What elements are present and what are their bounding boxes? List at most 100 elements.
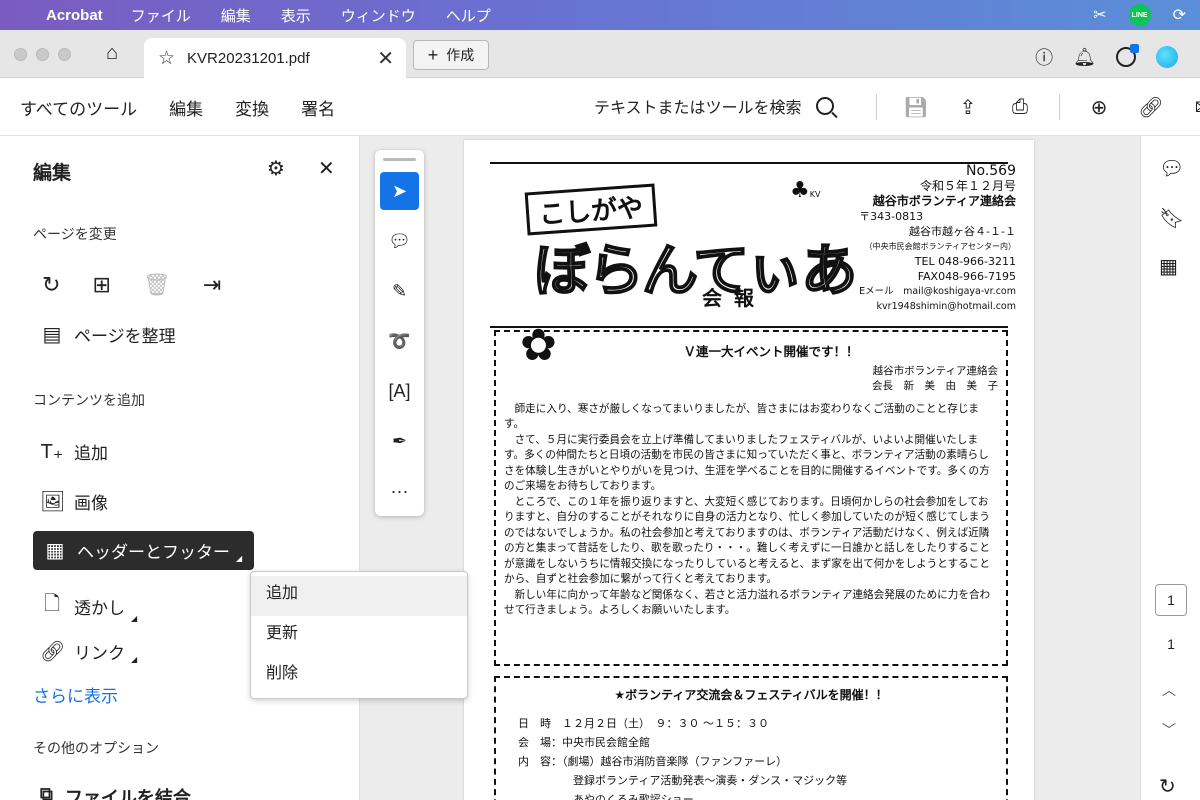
fax: FAX048-966-7195 xyxy=(917,270,1016,283)
sign-pen-icon[interactable]: ✒ xyxy=(380,422,419,460)
search-icon[interactable] xyxy=(815,97,834,115)
watermark-button[interactable]: 🗋︎ 透かし ◢ xyxy=(40,589,137,623)
show-more-link[interactable]: さらに表示 xyxy=(33,682,118,707)
article-1-title: Ｖ連一大イベント開催です！！ xyxy=(683,344,859,359)
add-text-button[interactable]: T₊ 追加 xyxy=(40,439,108,464)
link-icon[interactable]: 🔗︎ xyxy=(1138,95,1164,120)
menu-edit[interactable]: 編集 xyxy=(221,5,251,26)
header-footer-button[interactable]: ▦ ヘッダーとフッター ◢ xyxy=(33,531,255,570)
gear-icon[interactable]: ⚙ xyxy=(267,156,285,181)
article-2-row: 登録ボランティア活動発表～演奏・ダンス・マジック等 xyxy=(518,773,848,787)
nav-convert[interactable]: 変換 xyxy=(235,95,269,120)
chevron-up-icon[interactable]: ︿ xyxy=(1162,680,1176,700)
clover-logo-label: KV xyxy=(809,190,821,199)
close-tab-icon[interactable]: ✕ xyxy=(377,46,394,71)
more-tools-icon[interactable]: ··· xyxy=(380,472,419,510)
add-image-button[interactable]: 🖼︎ 画像 xyxy=(40,489,108,514)
edit-panel: 編集 ⚙ ✕ ページを変更 ↻ ⊞ 🗑︎ ⇥ ▤ ページを整理 コンテンツを追加… xyxy=(0,136,360,800)
save-icon[interactable]: 💾︎ xyxy=(903,95,929,120)
thumbnails-grid-icon[interactable]: ▦ xyxy=(1159,254,1178,279)
draw-freehand-icon[interactable]: ➰ xyxy=(380,322,419,360)
current-page-input[interactable]: 1 xyxy=(1155,584,1187,616)
create-button[interactable]: + 作成 xyxy=(413,40,489,70)
bell-icon[interactable]: 🔔︎ xyxy=(1073,47,1096,68)
apps-icon[interactable] xyxy=(1116,44,1139,67)
add-comment-icon[interactable]: 💬︎ xyxy=(380,222,419,260)
mail-icon[interactable]: ✉ xyxy=(1190,95,1200,120)
menu-help[interactable]: ヘルプ xyxy=(446,5,491,26)
article-box-1: ✿ Ｖ連一大イベント開催です！！ 越谷市ボランティア連絡会 会長 新 美 由 美… xyxy=(494,324,1008,666)
article-1-paragraph: 師走に入り、寒さが厳しくなってまいりましたが、皆さまにはお変わりなくご活動のこと… xyxy=(504,402,980,431)
sync-icon[interactable]: ⟳ xyxy=(1173,5,1186,25)
article-2-row: 会 場：中央市民会館全館 xyxy=(518,735,650,749)
text-box-icon[interactable]: [A] xyxy=(380,372,419,410)
line-app-icon[interactable]: LINE xyxy=(1128,4,1151,26)
star-icon[interactable]: ☆ xyxy=(158,47,175,70)
trash-icon[interactable]: 🗑︎ xyxy=(143,272,171,298)
document-tab[interactable]: ☆ KVR20231201.pdf ✕ xyxy=(144,38,406,78)
right-rail: 💬︎ 🔖︎ ▦ 1 1 ︿ ﹀ ↻ xyxy=(1140,136,1200,800)
article-box-2: ★ボランティア交流会＆フェスティバルを開催！！ 日 時 １２月２日（土） ９：３… xyxy=(494,676,1008,800)
help-icon[interactable]: ⓘ xyxy=(1035,44,1053,70)
watermark-icon: 🗋︎ xyxy=(43,593,61,615)
menu-item-add[interactable]: 追加 xyxy=(251,576,467,616)
bookmark-icon[interactable]: 🔖︎ xyxy=(1159,206,1184,231)
toolbar-nav: すべてのツール 編集 変換 署名 xyxy=(20,95,335,138)
article-2-title: ★ボランティア交流会＆フェスティバルを開催！！ xyxy=(614,688,888,702)
avatar[interactable] xyxy=(1156,46,1178,68)
insert-page-icon[interactable]: ⊞ xyxy=(92,272,110,298)
image-icon: 🖼︎ xyxy=(40,491,66,513)
comments-icon[interactable]: 💬︎ xyxy=(1159,156,1184,181)
article-1-paragraph: ところで、この１年を振り返りますと、大変短く感じております。日頃何かしらの社会参… xyxy=(504,495,990,586)
highlight-pen-icon[interactable]: ✎ xyxy=(380,272,419,310)
article-2-row: あやのくるみ歌謡ショー xyxy=(518,792,694,800)
menu-window[interactable]: ウィンドウ xyxy=(341,5,416,26)
close-icon[interactable]: ✕ xyxy=(318,156,335,181)
scissors-icon[interactable]: ✂ xyxy=(1093,5,1106,25)
upload-cloud-icon[interactable]: ⇪ xyxy=(955,95,981,120)
add-image-label: 画像 xyxy=(74,494,108,513)
combine-files-button[interactable]: ⧉ ファイルを結合 xyxy=(40,784,191,800)
extract-page-icon[interactable]: ⇥ xyxy=(203,272,221,298)
close-window-button[interactable] xyxy=(14,48,27,61)
share-user-icon[interactable]: ⊕ xyxy=(1086,95,1112,120)
refresh-icon[interactable]: ↻ xyxy=(1159,774,1176,799)
clover-logo-icon: ♣KV xyxy=(790,178,821,203)
pdf-page[interactable]: こしがや ぼらんてぃあ 会報 ♣KV No.569 令和５年１２月号 越谷市ボラ… xyxy=(464,140,1034,800)
watermark-label: 透かし xyxy=(74,598,125,618)
select-cursor-icon[interactable]: ➤ xyxy=(380,172,419,210)
menu-app-name[interactable]: Acrobat xyxy=(46,7,103,24)
quick-tools-bar: ➤ 💬︎ ✎ ➰ [A] ✒ ··· xyxy=(375,150,424,516)
drag-handle[interactable] xyxy=(383,158,416,161)
menu-item-delete[interactable]: 削除 xyxy=(251,656,467,696)
print-icon[interactable]: ⎙ xyxy=(1007,96,1033,119)
menu-file[interactable]: ファイル xyxy=(131,5,191,26)
org-name: 越谷市ボランティア連絡会 xyxy=(872,194,1016,208)
masthead-info: No.569 令和５年１２月号 越谷市ボランティア連絡会 〒343-0813 越… xyxy=(859,164,1016,314)
menu-item-update[interactable]: 更新 xyxy=(251,616,467,656)
zoom-window-button[interactable] xyxy=(58,48,71,61)
menu-view[interactable]: 表示 xyxy=(281,5,311,26)
plus-icon: + xyxy=(427,44,439,65)
organize-pages-button[interactable]: ▤ ページを整理 xyxy=(40,322,176,347)
link-button[interactable]: 🔗︎ リンク ◢ xyxy=(40,639,137,664)
total-pages: 1 xyxy=(1167,636,1175,652)
toolbar-divider xyxy=(876,94,877,120)
panel-title: 編集 xyxy=(33,163,72,184)
minimize-window-button[interactable] xyxy=(36,48,49,61)
section-label-other: その他のオプション xyxy=(33,740,159,756)
nav-sign[interactable]: 署名 xyxy=(301,95,335,120)
masthead-logo-main: ぼらんてぃあ xyxy=(533,238,858,305)
document-tab-title: KVR20231201.pdf xyxy=(187,49,310,67)
tab-bar: ⌂ ☆ KVR20231201.pdf ✕ + 作成 ⓘ 🔔︎ xyxy=(0,30,1200,78)
home-icon[interactable]: ⌂ xyxy=(106,42,118,65)
chevron-down-icon[interactable]: ﹀ xyxy=(1162,720,1176,740)
document-viewport[interactable]: こしがや ぼらんてぃあ 会報 ♣KV No.569 令和５年１２月号 越谷市ボラ… xyxy=(360,136,1140,800)
organize-pages-icon: ▤ xyxy=(42,324,62,346)
tool-search[interactable]: テキストまたはツールを検索 xyxy=(594,94,834,118)
nav-edit[interactable]: 編集 xyxy=(169,95,204,138)
search-placeholder[interactable]: テキストまたはツールを検索 xyxy=(594,94,802,118)
rotate-icon[interactable]: ↻ xyxy=(42,272,60,298)
nav-all-tools[interactable]: すべてのツール xyxy=(20,95,137,120)
masthead-bottom-rule xyxy=(490,326,1008,328)
